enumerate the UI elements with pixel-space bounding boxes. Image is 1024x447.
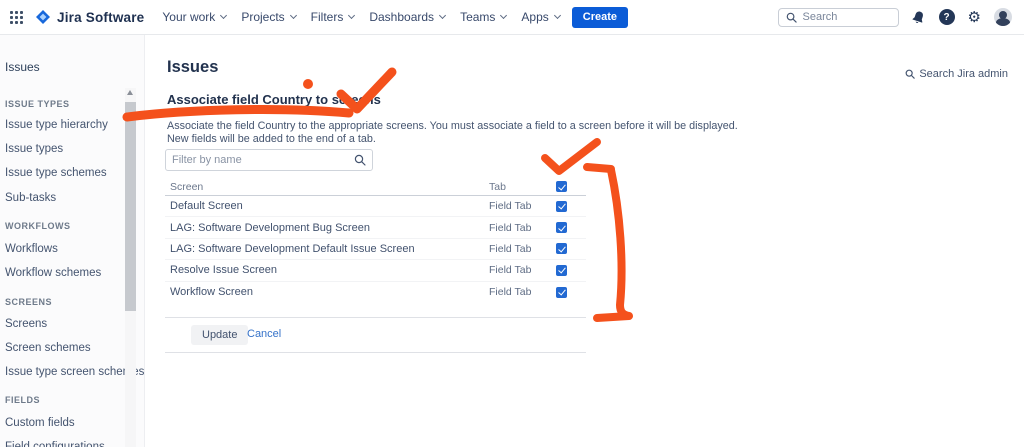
notifications-bell-icon[interactable] [911,10,926,25]
description-line-2: New fields will be added to the end of a… [167,133,376,145]
jira-brand[interactable]: Jira Software [35,9,144,25]
screen-name: LAG: Software Development Default Issue … [165,243,489,255]
scrollbar-thumb[interactable] [125,102,136,311]
nav-item-projects[interactable]: Projects [241,10,295,24]
question-mark-glyph: ? [943,12,949,23]
nav-item-your-work[interactable]: Your work [162,10,226,24]
search-jira-admin-link[interactable]: Search Jira admin [905,68,1008,80]
sidebar-title-issues[interactable]: Issues [5,60,40,74]
search-icon [905,69,915,79]
nav-utility-icons: ? ⚙ [911,8,1012,26]
filter-input[interactable] [172,154,354,166]
nav-item-label: Dashboards [369,10,434,24]
global-search-box[interactable] [778,8,899,27]
tab-name: Field Tab [489,200,556,212]
sidebar-item-screens[interactable]: Screens [5,318,47,330]
filter-by-name-field[interactable] [165,149,373,171]
update-button[interactable]: Update [191,325,248,345]
screen-name: LAG: Software Development Bug Screen [165,222,489,234]
row-checkbox[interactable] [556,201,567,212]
sidebar-item-sub-tasks[interactable]: Sub-tasks [5,192,56,204]
sidebar-item-field-configurations[interactable]: Field configurations [5,441,105,447]
chevron-down-icon [500,12,507,19]
create-button[interactable]: Create [572,7,628,28]
tab-name: Field Tab [489,264,556,276]
search-icon [354,154,366,166]
table-row: LAG: Software Development Bug Screen Fie… [165,217,586,238]
nav-item-apps[interactable]: Apps [521,10,559,24]
sidebar-item-workflows[interactable]: Workflows [5,243,58,255]
tab-name: Field Tab [489,286,556,298]
chevron-down-icon [439,12,446,19]
nav-item-label: Projects [241,10,284,24]
screen-name: Workflow Screen [165,286,489,298]
row-checkbox[interactable] [556,243,567,254]
sidebar-section-fields: FIELDS [5,395,40,405]
settings-gear-icon[interactable]: ⚙ [968,10,981,25]
app-switcher-icon[interactable] [10,11,23,24]
page-title: Issues [167,58,218,77]
top-navigation-bar: Jira Software Your work Projects Filters… [0,0,1024,35]
sidebar-item-issue-type-hierarchy[interactable]: Issue type hierarchy [5,119,108,131]
column-header-screen: Screen [165,181,489,193]
nav-item-label: Apps [521,10,548,24]
search-icon [786,12,797,23]
scrollbar-up-arrow-icon[interactable] [127,90,133,95]
chevron-down-icon [348,12,355,19]
sidebar-item-screen-schemes[interactable]: Screen schemes [5,342,91,354]
table-row: Workflow Screen Field Tab [165,282,586,303]
main-content: Issues Search Jira admin Associate field… [146,35,1024,447]
cancel-link[interactable]: Cancel [247,328,281,340]
table-row: LAG: Software Development Default Issue … [165,239,586,260]
screen-name: Default Screen [165,200,489,212]
nav-item-teams[interactable]: Teams [460,10,506,24]
global-search-input[interactable] [803,11,883,23]
brand-name: Jira Software [57,10,144,25]
sidebar-item-issue-types[interactable]: Issue types [5,143,63,155]
jira-admin-screen: Jira Software Your work Projects Filters… [0,0,1024,447]
nav-item-dashboards[interactable]: Dashboards [369,10,445,24]
associate-field-heading: Associate field Country to screens [167,92,381,107]
sidebar-section-workflows: WORKFLOWS [5,221,71,231]
help-icon[interactable]: ? [939,9,955,25]
divider-line [165,317,586,318]
chevron-down-icon [290,12,297,19]
sidebar-section-screens: SCREENS [5,297,52,307]
jira-logo-icon [35,9,51,25]
description-line-1: Associate the field Country to the appro… [167,120,738,132]
search-jira-admin-label: Search Jira admin [919,68,1008,80]
chevron-down-icon [220,12,227,19]
table-header-row: Screen Tab [165,178,586,196]
nav-menu: Your work Projects Filters Dashboards Te… [162,10,559,24]
tab-name: Field Tab [489,243,556,255]
tab-name: Field Tab [489,222,556,234]
sidebar-section-issue-types: ISSUE TYPES [5,99,70,109]
nav-item-label: Teams [460,10,495,24]
row-checkbox[interactable] [556,265,567,276]
sidebar-item-issue-type-schemes[interactable]: Issue type schemes [5,167,107,179]
table-body: Default Screen Field Tab LAG: Software D… [165,196,586,303]
row-checkbox[interactable] [556,287,567,298]
divider-line [165,352,586,353]
table-row: Default Screen Field Tab [165,196,586,217]
nav-item-label: Your work [162,10,215,24]
row-checkbox[interactable] [556,222,567,233]
sidebar-item-custom-fields[interactable]: Custom fields [5,417,75,429]
admin-sidebar: Issues ISSUE TYPES Issue type hierarchy … [0,35,145,447]
sidebar-item-workflow-schemes[interactable]: Workflow schemes [5,267,101,279]
column-header-tab: Tab [489,181,556,193]
nav-item-filters[interactable]: Filters [311,10,355,24]
sidebar-scrollbar[interactable] [125,88,136,447]
screens-table: Screen Tab Default Screen Field Tab LAG:… [165,178,586,303]
user-avatar[interactable] [994,8,1012,26]
nav-item-label: Filters [311,10,344,24]
chevron-down-icon [554,12,561,19]
select-all-checkbox[interactable] [556,181,567,192]
table-row: Resolve Issue Screen Field Tab [165,260,586,281]
sidebar-item-issue-type-screen-schemes[interactable]: Issue type screen schemes [5,366,144,378]
screen-name: Resolve Issue Screen [165,264,489,276]
